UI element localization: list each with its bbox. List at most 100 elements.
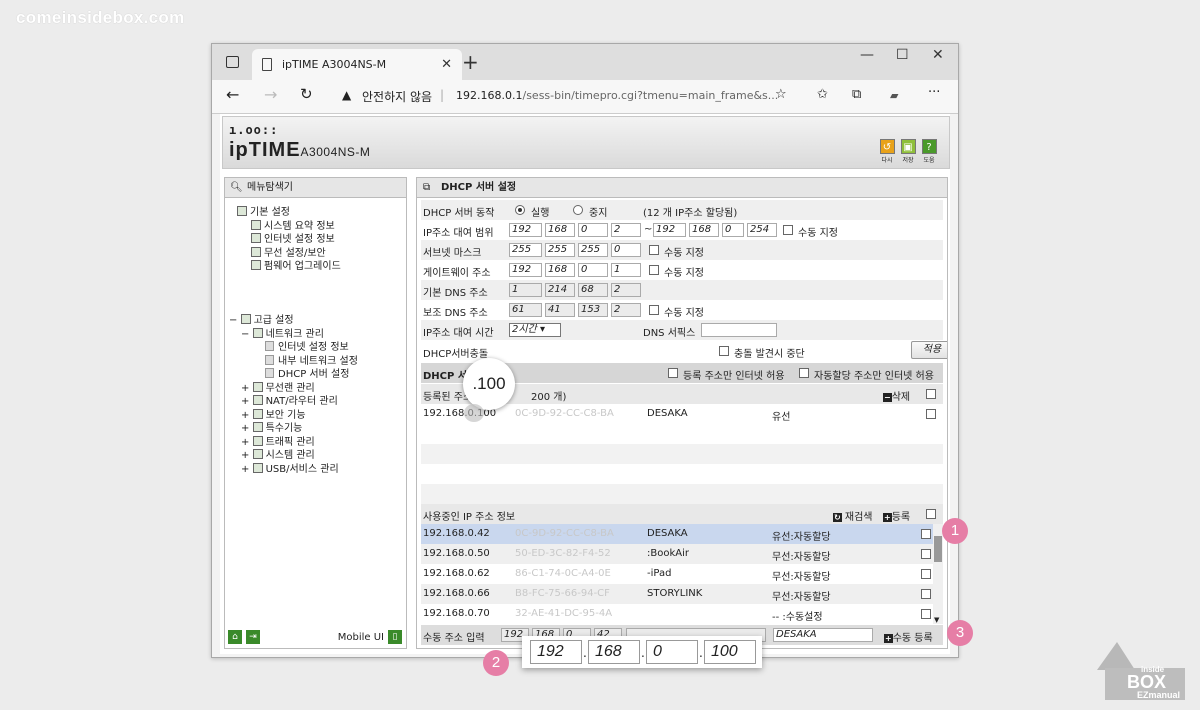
range-end-1[interactable]: 192 — [653, 223, 686, 237]
maximize-icon[interactable]: ☐ — [896, 47, 909, 63]
manual-name-input[interactable]: DESAKA — [773, 628, 873, 642]
range-manual-checkbox[interactable] — [783, 225, 793, 235]
menu-advanced[interactable]: − 고급 설정 — [229, 314, 358, 328]
lease-select[interactable]: 2시간 ▾ — [509, 323, 561, 337]
help-button[interactable]: ? 도움 — [920, 139, 938, 164]
radio-run[interactable] — [515, 205, 525, 215]
tab-actions-icon[interactable] — [226, 56, 239, 68]
in-use-row-checkbox[interactable] — [921, 549, 931, 559]
insecure-label[interactable]: 안전하지 않음 — [362, 88, 432, 105]
url-input[interactable]: 192.168.0.1/sess-bin/timepro.cgi?tmenu=m… — [456, 89, 786, 102]
row-lease: IP주소 대여 시간 2시간 ▾ DNS 서픽스 — [421, 320, 943, 340]
manual-register-button[interactable]: +수동 등록 — [884, 629, 933, 644]
subnet-2[interactable]: 255 — [545, 243, 575, 257]
collections-icon[interactable]: ⧉ — [852, 87, 861, 102]
menu-wireless[interactable]: + 무선랜 관리 — [229, 381, 358, 396]
menu-dhcp-server[interactable]: DHCP 서버 설정 — [229, 368, 358, 382]
home-icon[interactable]: ⌂ — [228, 630, 242, 644]
gateway-2[interactable]: 168 — [545, 263, 575, 277]
favorite-add-icon[interactable]: ☆ — [775, 87, 787, 102]
dns2-2[interactable]: 41 — [545, 303, 575, 317]
menu-internet-setting[interactable]: 인터넷 설정 정보 — [229, 341, 358, 355]
conflict-stop-checkbox[interactable] — [719, 346, 729, 356]
dns2-1[interactable]: 61 — [509, 303, 542, 317]
menu-network[interactable]: − 네트워크 관리 — [229, 327, 358, 342]
menu-firmware[interactable]: 펌웨어 업그레이드 — [237, 260, 341, 274]
register-button[interactable]: +등록 — [883, 508, 910, 523]
dns-suffix-input[interactable] — [701, 323, 777, 337]
only-auto-checkbox[interactable] — [799, 368, 809, 378]
in-use-row[interactable]: 192.168.0.62 86-C1-74-0C-A4-0E -iPad 무선:… — [421, 564, 933, 584]
apply-button[interactable]: 적용 — [911, 341, 947, 359]
menu-explorer: 🔍︎ 메뉴탐색기 기본 설정 시스템 요약 정보 인터넷 설정 정보 무선 설정/… — [224, 177, 407, 649]
in-use-row[interactable]: 192.168.0.70 32-AE-41-DC-95-4A -- :수동설정 — [421, 604, 933, 624]
in-use-row-checkbox[interactable] — [921, 529, 931, 539]
in-use-all-checkbox[interactable] — [926, 509, 936, 519]
close-window-icon[interactable]: ✕ — [932, 47, 944, 63]
only-registered-checkbox[interactable] — [668, 368, 678, 378]
gateway-4[interactable]: 1 — [611, 263, 641, 277]
mobile-icon[interactable]: ▯ — [388, 630, 402, 644]
range-start-2[interactable]: 168 — [545, 223, 575, 237]
registered-all-checkbox[interactable] — [926, 389, 936, 399]
subnet-manual-checkbox[interactable] — [649, 245, 659, 255]
subnet-3[interactable]: 255 — [578, 243, 608, 257]
new-tab-icon[interactable]: + — [462, 50, 479, 74]
dns1-4[interactable]: 2 — [611, 283, 641, 297]
dns2-3[interactable]: 153 — [578, 303, 608, 317]
mobile-ui-link[interactable]: Mobile UI — [338, 632, 384, 643]
radio-stop[interactable] — [573, 205, 583, 215]
menu-system[interactable]: + 시스템 관리 — [229, 449, 358, 463]
range-end-2[interactable]: 168 — [689, 223, 719, 237]
tab-close-icon[interactable]: ✕ — [441, 49, 452, 80]
in-use-row[interactable]: 192.168.0.42 0C-9D-92-CC-C8-BA DESAKA 유선… — [421, 524, 933, 544]
menu-lan-setting[interactable]: 내부 네트워크 설정 — [229, 354, 358, 369]
favorites-icon[interactable]: ✩ — [817, 87, 828, 102]
gateway-3[interactable]: 0 — [578, 263, 608, 277]
range-start-3[interactable]: 0 — [578, 223, 608, 237]
forward-icon[interactable]: → — [264, 85, 277, 104]
menu-basic[interactable]: 기본 설정 — [237, 206, 341, 220]
gateway-manual-checkbox[interactable] — [649, 265, 659, 275]
in-use-row-checkbox[interactable] — [921, 609, 931, 619]
row-subnet: 서브넷 마스크 255 255 255 0 수동 지정 — [421, 240, 943, 260]
more-icon[interactable]: ··· — [928, 85, 940, 100]
menu-wireless-security[interactable]: 무선 설정/보안 — [237, 246, 341, 261]
dns1-3[interactable]: 68 — [578, 283, 608, 297]
in-use-row[interactable]: 192.168.0.50 50-ED-3C-82-F4-52 :BookAir … — [421, 544, 933, 564]
gateway-1[interactable]: 192 — [509, 263, 542, 277]
refresh-icon[interactable]: ↻ — [300, 85, 313, 103]
registered-row-checkbox[interactable] — [926, 409, 936, 419]
minimize-icon[interactable]: — — [860, 47, 874, 63]
subnet-1[interactable]: 255 — [509, 243, 542, 257]
delete-button[interactable]: −삭제 — [883, 388, 910, 403]
range-end-4[interactable]: 254 — [747, 223, 777, 237]
subnet-4[interactable]: 0 — [611, 243, 641, 257]
range-end-3[interactable]: 0 — [722, 223, 744, 237]
menu-traffic[interactable]: + 트래픽 관리 — [229, 435, 358, 450]
dns2-4[interactable]: 2 — [611, 303, 641, 317]
menu-internet-info[interactable]: 인터넷 설정 정보 — [237, 233, 341, 247]
range-start-4[interactable]: 2 — [611, 223, 641, 237]
in-use-row[interactable]: 192.168.0.66 B8-FC-75-66-94-CF STORYLINK… — [421, 584, 933, 604]
scrollbar[interactable]: ▼ — [933, 524, 943, 624]
in-use-row-checkbox[interactable] — [921, 569, 931, 579]
reload-button[interactable]: ↺ 다시 — [878, 139, 896, 164]
save-button[interactable]: ▣ 저장 — [899, 139, 917, 164]
rescan-button[interactable]: ↻ 재검색 — [833, 508, 873, 523]
menu-security[interactable]: + 보안 기능 — [229, 408, 358, 423]
menu-special[interactable]: + 특수기능 — [229, 422, 358, 436]
logout-icon[interactable]: ⇥ — [246, 630, 260, 644]
back-icon[interactable]: ← — [226, 85, 239, 104]
range-start-1[interactable]: 192 — [509, 223, 542, 237]
dhcp-panel: ⧉ DHCP 서버 설정 DHCP 서버 동작 실행 중지 (12 개 IP주소 … — [416, 177, 948, 649]
in-use-row-checkbox[interactable] — [921, 589, 931, 599]
dns2-manual-checkbox[interactable] — [649, 305, 659, 315]
menu-nat[interactable]: + NAT/라우터 관리 — [229, 395, 358, 409]
dns1-1[interactable]: 1 — [509, 283, 542, 297]
menu-system-summary[interactable]: 시스템 요약 정보 — [237, 219, 341, 234]
browser-tab[interactable]: ipTIME A3004NS-M ✕ — [252, 49, 462, 80]
dns1-2[interactable]: 214 — [545, 283, 575, 297]
menu-usb[interactable]: + USB/서비스 관리 — [229, 462, 358, 477]
extension-icon[interactable]: ▰ — [890, 89, 898, 102]
